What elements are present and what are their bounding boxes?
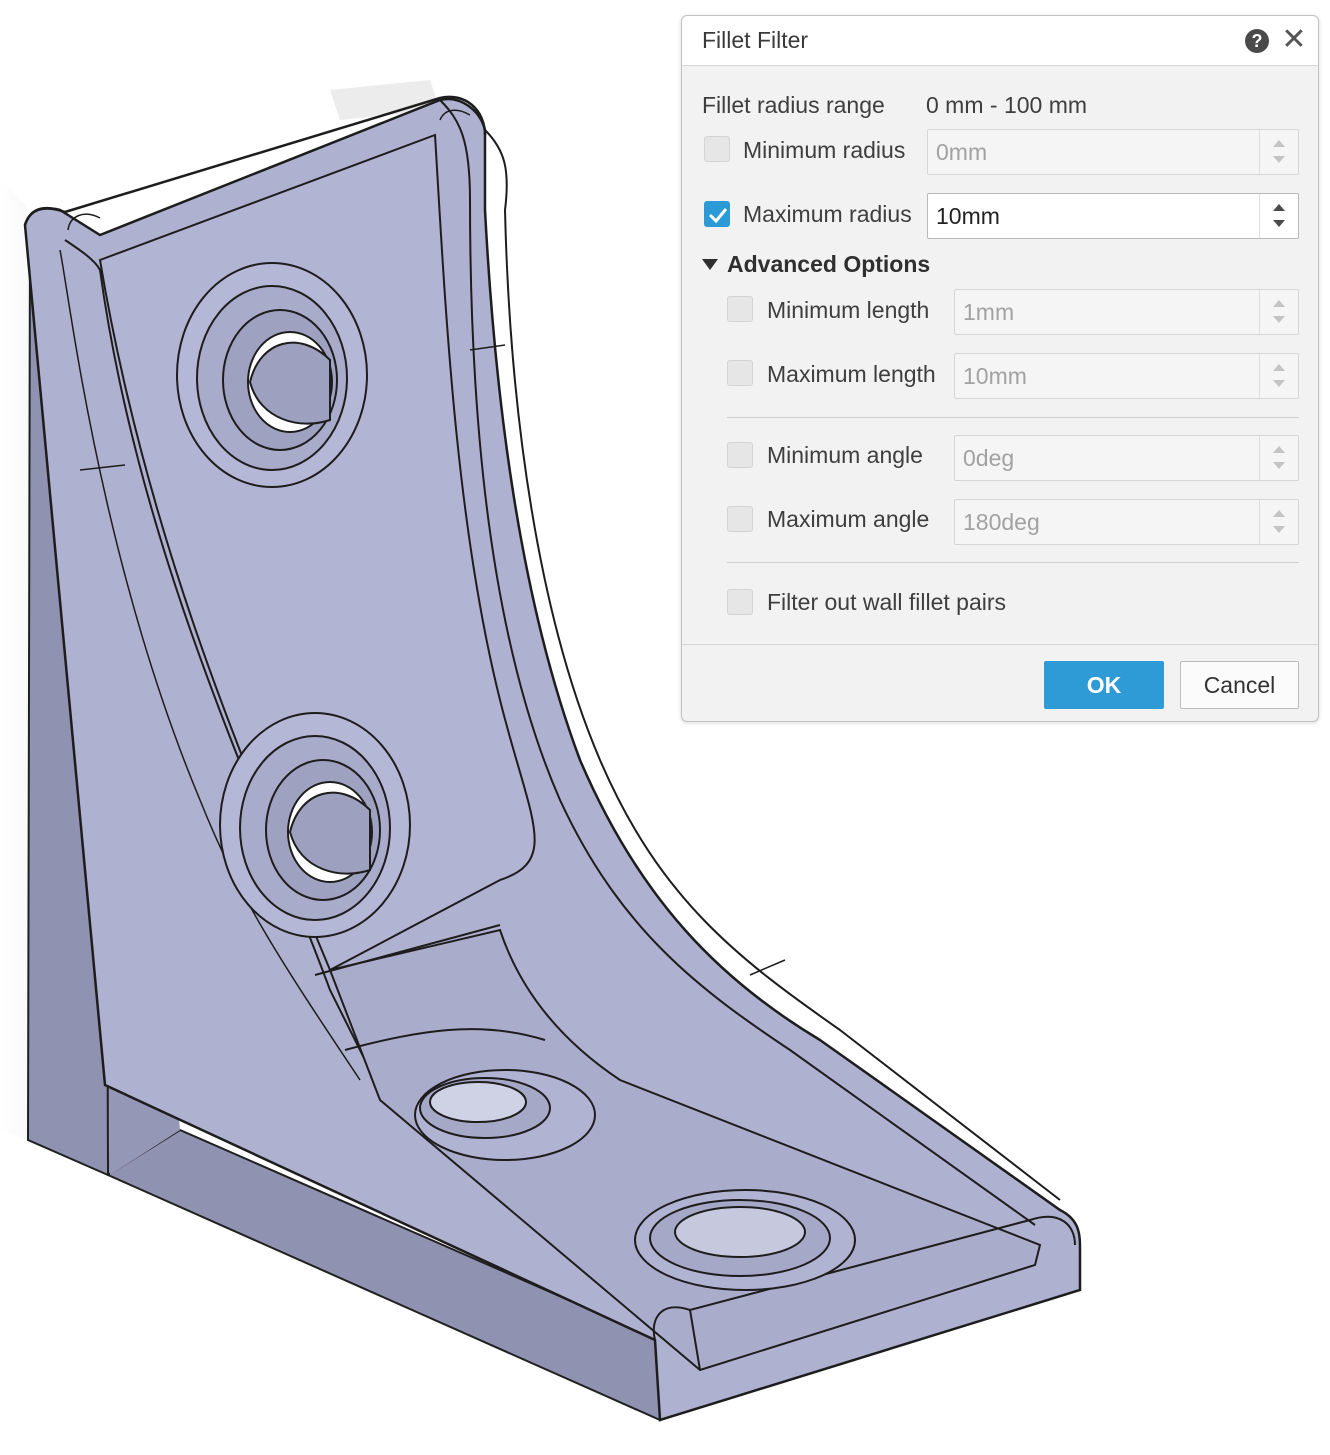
maximum-radius-input[interactable]: [928, 194, 1260, 238]
cancel-button[interactable]: Cancel: [1180, 661, 1299, 709]
filter-wall-fillet-pairs-checkbox[interactable]: [727, 589, 753, 615]
minimum-angle-stepper[interactable]: [1259, 436, 1298, 480]
section-divider: [727, 417, 1299, 418]
help-icon[interactable]: ?: [1245, 29, 1269, 53]
footer-divider: [682, 644, 1318, 645]
section-divider: [727, 562, 1299, 563]
increment-arrow-icon[interactable]: [1273, 300, 1285, 307]
maximum-length-stepper[interactable]: [1259, 354, 1298, 398]
maximum-length-checkbox[interactable]: [727, 360, 753, 386]
minimum-angle-checkbox[interactable]: [727, 442, 753, 468]
decrement-arrow-icon[interactable]: [1273, 526, 1285, 533]
minimum-radius-stepper[interactable]: [1259, 130, 1298, 174]
decrement-arrow-icon[interactable]: [1273, 220, 1285, 227]
minimum-length-checkbox[interactable]: [727, 296, 753, 322]
dialog-titlebar[interactable]: Fillet Filter ? ✕: [682, 16, 1318, 66]
increment-arrow-icon[interactable]: [1273, 446, 1285, 453]
close-icon[interactable]: ✕: [1281, 25, 1307, 55]
minimum-length-stepper[interactable]: [1259, 290, 1298, 334]
minimum-radius-label: Minimum radius: [743, 137, 906, 163]
minimum-angle-label: Minimum angle: [767, 442, 923, 468]
maximum-length-label: Maximum length: [767, 361, 936, 387]
maximum-radius-label: Maximum radius: [743, 201, 912, 227]
minimum-radius-checkbox[interactable]: [704, 136, 730, 162]
decrement-arrow-icon[interactable]: [1273, 156, 1285, 163]
increment-arrow-icon[interactable]: [1273, 364, 1285, 371]
minimum-angle-spinner[interactable]: [954, 435, 1299, 481]
decrement-arrow-icon[interactable]: [1273, 316, 1285, 323]
minimum-length-label: Minimum length: [767, 297, 930, 323]
maximum-length-spinner[interactable]: [954, 353, 1299, 399]
maximum-angle-stepper[interactable]: [1259, 500, 1298, 544]
maximum-angle-label: Maximum angle: [767, 506, 930, 532]
triangle-down-icon: [702, 259, 718, 270]
minimum-length-spinner[interactable]: [954, 289, 1299, 335]
minimum-radius-input[interactable]: [928, 130, 1260, 174]
increment-arrow-icon[interactable]: [1273, 204, 1285, 211]
maximum-length-input[interactable]: [955, 354, 1260, 398]
decrement-arrow-icon[interactable]: [1273, 380, 1285, 387]
filter-wall-fillet-pairs-label: Filter out wall fillet pairs: [767, 589, 1007, 615]
fillet-radius-range-label: Fillet radius range: [702, 92, 885, 118]
decrement-arrow-icon[interactable]: [1273, 462, 1285, 469]
minimum-radius-spinner[interactable]: [927, 129, 1299, 175]
maximum-radius-checkbox[interactable]: [704, 201, 730, 227]
minimum-angle-input[interactable]: [955, 436, 1260, 480]
maximum-radius-stepper[interactable]: [1259, 194, 1298, 238]
fillet-radius-range-value: 0 mm - 100 mm: [926, 92, 1088, 118]
minimum-length-input[interactable]: [955, 290, 1260, 334]
maximum-radius-spinner[interactable]: [927, 193, 1299, 239]
checkmark-icon: [708, 208, 728, 224]
fillet-filter-dialog: Fillet Filter ? ✕ Fillet radius range 0 …: [681, 15, 1319, 722]
increment-arrow-icon[interactable]: [1273, 140, 1285, 147]
dialog-title: Fillet Filter: [702, 27, 809, 53]
maximum-angle-spinner[interactable]: [954, 499, 1299, 545]
maximum-angle-input[interactable]: [955, 500, 1260, 544]
increment-arrow-icon[interactable]: [1273, 510, 1285, 517]
advanced-options-label: Advanced Options: [727, 251, 931, 277]
maximum-angle-checkbox[interactable]: [727, 506, 753, 532]
ok-button[interactable]: OK: [1044, 661, 1164, 709]
